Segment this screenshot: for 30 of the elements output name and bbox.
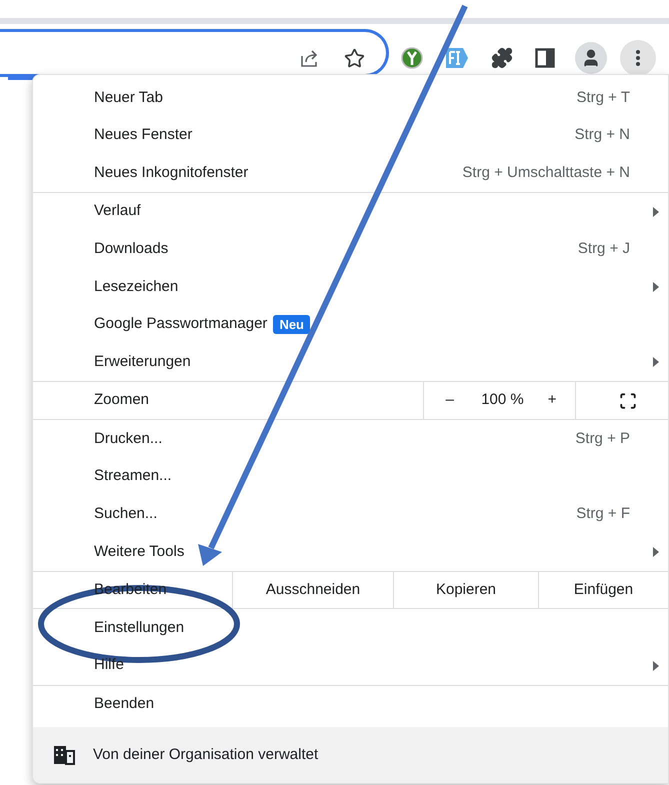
shortcut-label: Strg + N: [574, 125, 630, 146]
menu-item[interactable]: Drucken... Strg + P: [33, 420, 668, 458]
shortcut-label: Strg + Umschalttaste + N: [462, 162, 630, 183]
menu-item[interactable]: Streamen...: [33, 458, 668, 496]
zoom-in-button[interactable]: +: [529, 382, 575, 420]
menu-item[interactable]: Verlauf: [33, 192, 668, 230]
menu-item[interactable]: Lesezeichen: [33, 268, 668, 306]
zoom-out-button[interactable]: –: [424, 382, 476, 420]
menu-item[interactable]: Google Passwortmanager Neu: [33, 306, 668, 344]
menu-item[interactable]: Neues Fenster Strg + N: [33, 116, 668, 154]
shortcut-label: Strg + P: [575, 428, 630, 449]
edit-action-button[interactable]: Einfügen: [538, 572, 668, 608]
menu-item[interactable]: Beenden: [33, 686, 668, 724]
menu-item[interactable]: Erweiterungen: [33, 343, 668, 381]
edit-action-button[interactable]: Kopieren: [393, 572, 538, 608]
zoom-level: 100 %: [480, 390, 525, 410]
shortcut-label: Strg + F: [576, 504, 630, 524]
menu-item[interactable]: Suchen... Strg + F: [33, 496, 668, 534]
managed-notice: Von deiner Organisation verwaltet: [93, 744, 318, 765]
edit-action-button[interactable]: Ausschneiden: [232, 572, 393, 608]
new-badge: Neu: [273, 314, 310, 334]
menu-item[interactable]: Downloads Strg + J: [33, 230, 668, 268]
menu-item[interactable]: Weitere Tools: [33, 533, 668, 571]
menu-item[interactable]: Neuer Tab Strg + T: [33, 79, 668, 117]
menu-item[interactable]: Neues Inkognitofenster Strg + Umschalttaste + N: [33, 154, 668, 192]
shortcut-label: Strg + J: [578, 238, 630, 259]
menu-item[interactable]: Einstellungen: [33, 609, 668, 647]
menu-item[interactable]: Hilfe: [33, 646, 668, 684]
menu-label: Zoomen: [93, 390, 150, 410]
shortcut-label: Strg + T: [576, 88, 630, 108]
